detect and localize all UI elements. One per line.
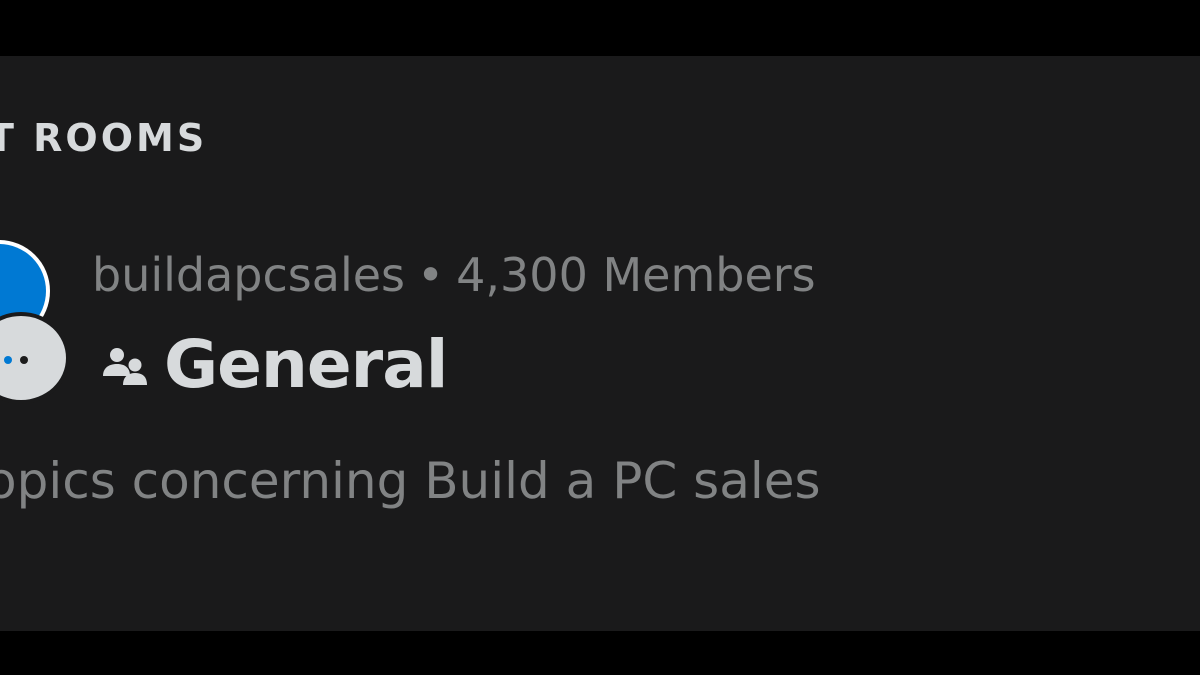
room-meta: buildapcsales • 4,300 Members <box>92 248 816 302</box>
room-name-row[interactable]: General <box>100 326 448 403</box>
people-icon <box>103 347 147 385</box>
meta-separator: • <box>417 248 445 302</box>
member-count: 4,300 Members <box>456 248 816 302</box>
community-name[interactable]: buildapcsales <box>92 248 405 302</box>
room-description: opics concerning Build a PC sales <box>0 452 821 510</box>
section-heading: T ROOMS <box>0 116 208 160</box>
room-title: General <box>164 326 448 403</box>
